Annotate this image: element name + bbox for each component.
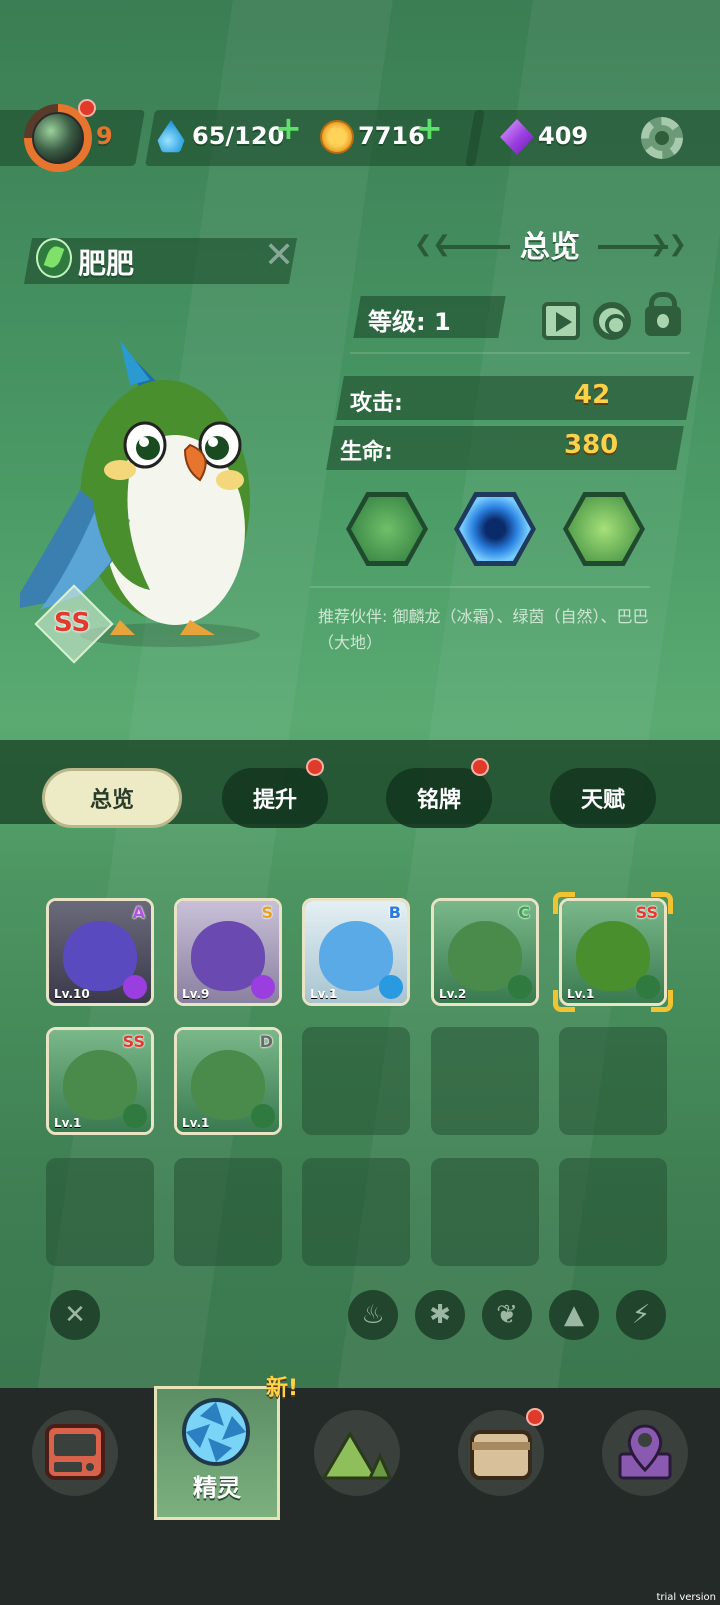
empty-slot [302, 1158, 410, 1266]
divider [350, 352, 690, 354]
pet-card[interactable]: S Lv.9 [174, 898, 282, 1006]
coin-counter: 7716 [358, 122, 425, 150]
selection-corner [651, 990, 673, 1012]
lock-icon[interactable] [645, 292, 681, 336]
attack-label: 攻击: [350, 391, 403, 416]
gem-counter: 409 [538, 122, 589, 150]
tab-upgrade-badge [306, 758, 324, 776]
avatar-image [32, 112, 84, 164]
notification-dot [78, 99, 96, 117]
ornament-right-icon: ❯❯ [650, 232, 687, 257]
card-grade: D [259, 1032, 273, 1051]
leaf-icon [508, 975, 532, 999]
panel-title: 总览 [520, 230, 580, 265]
lightning-icon [251, 975, 275, 999]
pet-card[interactable]: B Lv.1 [302, 898, 410, 1006]
divider [310, 586, 650, 588]
selection-corner [553, 892, 575, 914]
nature-element-icon [36, 238, 72, 278]
card-grade: B [388, 903, 401, 922]
nav-device[interactable] [32, 1410, 118, 1496]
empty-slot [174, 1158, 282, 1266]
nav-explore[interactable] [314, 1410, 400, 1496]
skill-bg [459, 497, 531, 561]
empty-slot [302, 1027, 410, 1135]
frost-filter-icon[interactable]: ✱ [415, 1290, 465, 1340]
nav-bag-badge [526, 1408, 544, 1426]
release-pet-button[interactable]: ✕ [264, 238, 294, 274]
card-level: Lv.1 [54, 1116, 82, 1130]
nav-map[interactable] [602, 1410, 688, 1496]
pet-card[interactable]: A Lv.10 [46, 898, 154, 1006]
empty-slot [559, 1158, 667, 1266]
card-level: Lv.10 [54, 987, 90, 1001]
spirit-aperture-icon [182, 1398, 250, 1466]
add-water-button[interactable]: + [275, 112, 302, 144]
card-grade: SS [122, 1032, 145, 1051]
attack-value: 42 [574, 380, 611, 410]
ornament-line [440, 245, 510, 249]
skill-bg [351, 497, 423, 561]
target-button[interactable] [593, 302, 631, 340]
pet-grade: SS [54, 608, 91, 638]
empty-slot [431, 1158, 539, 1266]
card-grade: A [132, 903, 145, 922]
recommended-partners: 推荐伙伴: 御麟龙（冰霜）、绿茵（自然）、巴巴（大地） [318, 607, 649, 652]
settings-gear-icon[interactable] [641, 117, 683, 159]
leaf-icon [251, 1104, 275, 1128]
skill-bg [568, 497, 640, 561]
device-icon [45, 1424, 105, 1480]
tab-overview[interactable]: 总览 [42, 768, 182, 828]
nav-spirits-label: 精灵 [193, 1474, 241, 1502]
empty-slot [431, 1027, 539, 1135]
selection-corner [651, 892, 673, 914]
selection-corner [553, 990, 575, 1012]
earth-filter-icon[interactable]: ▲ [549, 1290, 599, 1340]
tab-nameplate[interactable]: 铭牌 [386, 768, 492, 828]
lightning-icon [123, 975, 147, 999]
card-level: Lv.1 [182, 1116, 210, 1130]
leaf-filter-icon[interactable]: ❦ [482, 1290, 532, 1340]
card-grade: C [518, 903, 530, 922]
lightning-filter-icon[interactable]: ⚡ [616, 1290, 666, 1340]
empty-slot [46, 1158, 154, 1266]
clear-filter-close-icon[interactable]: ✕ [50, 1290, 100, 1340]
card-level: Lv.9 [182, 987, 210, 1001]
new-tag: 新! [266, 1376, 299, 1401]
add-coins-button[interactable]: + [416, 112, 443, 144]
hp-value: 380 [564, 430, 619, 460]
play-button[interactable] [542, 302, 580, 340]
leaf-icon [123, 1104, 147, 1128]
pet-card[interactable]: D Lv.1 [174, 1027, 282, 1135]
pet-card[interactable]: SS Lv.1 [46, 1027, 154, 1135]
tab-upgrade[interactable]: 提升 [222, 768, 328, 828]
card-level: Lv.1 [310, 987, 338, 1001]
mountain-icon [321, 1431, 393, 1480]
water-counter: 65/120 [192, 122, 285, 150]
pet-level: 等级: 1 [368, 308, 451, 336]
fire-filter-icon[interactable]: ♨ [348, 1290, 398, 1340]
watermark: trial version [656, 1592, 716, 1603]
pet-card[interactable]: C Lv.2 [431, 898, 539, 1006]
empty-slot [559, 1027, 667, 1135]
map-pin-icon [618, 1424, 672, 1480]
card-level: Lv.2 [439, 987, 467, 1001]
play-icon [556, 312, 572, 332]
coin-icon [320, 120, 354, 154]
pet-name: 肥肥 [78, 247, 135, 280]
card-grade: S [261, 903, 273, 922]
tab-nameplate-badge [471, 758, 489, 776]
player-level: 9 [96, 122, 113, 150]
frost-icon [379, 975, 403, 999]
hp-label: 生命: [340, 440, 393, 465]
tab-talent[interactable]: 天赋 [550, 768, 656, 828]
